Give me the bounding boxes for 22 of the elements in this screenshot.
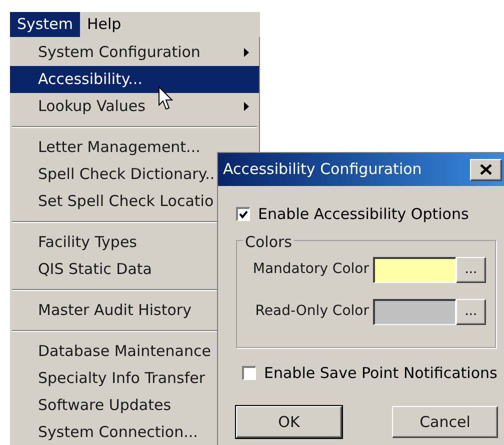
window-title: Accessibility Configuration: [223, 159, 422, 180]
browse-button[interactable]: ...: [456, 298, 486, 324]
checkbox-label: Enable Accessibility Options: [258, 204, 469, 225]
menu-item[interactable]: Letter Management...: [10, 134, 259, 161]
cursor-icon: [158, 86, 174, 111]
field-label: Mandatory Color: [252, 260, 370, 279]
menu-item[interactable]: Accessibility...: [10, 66, 259, 93]
color-swatch-field[interactable]: [373, 256, 456, 282]
checkbox[interactable]: [236, 207, 250, 222]
menu-bar-item[interactable]: Help: [80, 12, 128, 37]
menu-item[interactable]: System Configuration: [10, 39, 259, 66]
close-button[interactable]: [470, 158, 502, 180]
close-icon: [480, 164, 492, 175]
menu-item[interactable]: Lookup Values: [10, 93, 259, 120]
menu-bar-item[interactable]: System: [10, 12, 80, 37]
browse-button[interactable]: ...: [456, 256, 486, 282]
dialog-button[interactable]: OK: [236, 406, 342, 438]
checkbox[interactable]: [242, 366, 256, 380]
dialog-button[interactable]: Cancel: [392, 406, 498, 438]
field-label: Read-Only Color: [254, 302, 370, 321]
color-swatch-field[interactable]: [373, 298, 456, 324]
checkbox-label: Enable Save Point Notifications: [264, 362, 498, 384]
